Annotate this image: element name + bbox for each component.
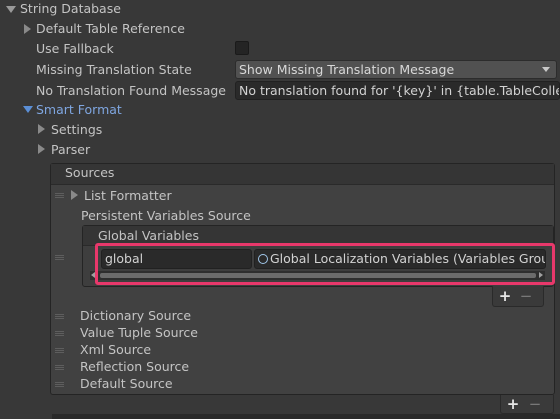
drag-handle-icon[interactable] xyxy=(55,255,64,260)
source-item: Dictionary Source xyxy=(80,308,192,323)
chevron-right-icon[interactable] xyxy=(38,124,45,134)
global-variables-header-label: Global Variables xyxy=(98,228,199,243)
chevron-down-icon[interactable] xyxy=(23,106,33,113)
remove-variable-button[interactable]: − xyxy=(516,288,536,304)
use-fallback-checkbox[interactable] xyxy=(235,41,249,55)
drag-handle-icon[interactable] xyxy=(55,193,64,198)
drag-handle-icon[interactable] xyxy=(55,348,64,353)
drag-handle-icon[interactable] xyxy=(55,382,64,387)
remove-source-button[interactable]: − xyxy=(525,396,545,412)
missing-translation-state-dropdown[interactable]: Show Missing Translation Message xyxy=(235,60,557,79)
dropdown-value: Show Missing Translation Message xyxy=(239,62,455,77)
chevron-right-icon[interactable] xyxy=(38,144,45,154)
settings-foldout[interactable]: Settings xyxy=(51,122,102,137)
list-formatter-foldout[interactable]: List Formatter xyxy=(84,188,172,203)
drag-handle-icon[interactable] xyxy=(55,365,64,370)
source-item: Reflection Source xyxy=(80,359,190,374)
drag-handle-icon[interactable] xyxy=(55,314,64,319)
no-translation-found-field[interactable]: No translation found for '{key}' in {tab… xyxy=(235,81,560,100)
add-variable-button[interactable]: + xyxy=(495,288,515,304)
dropdown-arrow-icon xyxy=(542,67,550,72)
use-fallback-label: Use Fallback xyxy=(36,41,114,56)
parser-foldout[interactable]: Parser xyxy=(51,142,90,157)
chevron-right-icon[interactable] xyxy=(71,190,78,200)
default-table-reference-foldout[interactable]: Default Table Reference xyxy=(36,21,185,36)
source-item: Value Tuple Source xyxy=(80,325,198,340)
smart-format-foldout[interactable]: Smart Format xyxy=(36,102,122,117)
sources-header-label: Sources xyxy=(65,165,115,180)
source-item: Default Source xyxy=(80,376,173,391)
persistent-variables-label: Persistent Variables Source xyxy=(81,208,251,223)
sources-header xyxy=(51,164,554,185)
chevron-down-icon[interactable] xyxy=(6,6,16,13)
drag-handle-icon[interactable] xyxy=(55,331,64,336)
source-item: Xml Source xyxy=(80,342,152,357)
chevron-right-icon[interactable] xyxy=(24,24,31,34)
no-translation-found-label: No Translation Found Message xyxy=(36,83,226,98)
bottom-divider xyxy=(52,414,560,419)
add-source-button[interactable]: + xyxy=(503,396,523,412)
missing-translation-state-label: Missing Translation State xyxy=(36,62,192,77)
string-database-foldout[interactable]: String Database xyxy=(20,1,121,16)
highlight-box xyxy=(95,243,555,285)
